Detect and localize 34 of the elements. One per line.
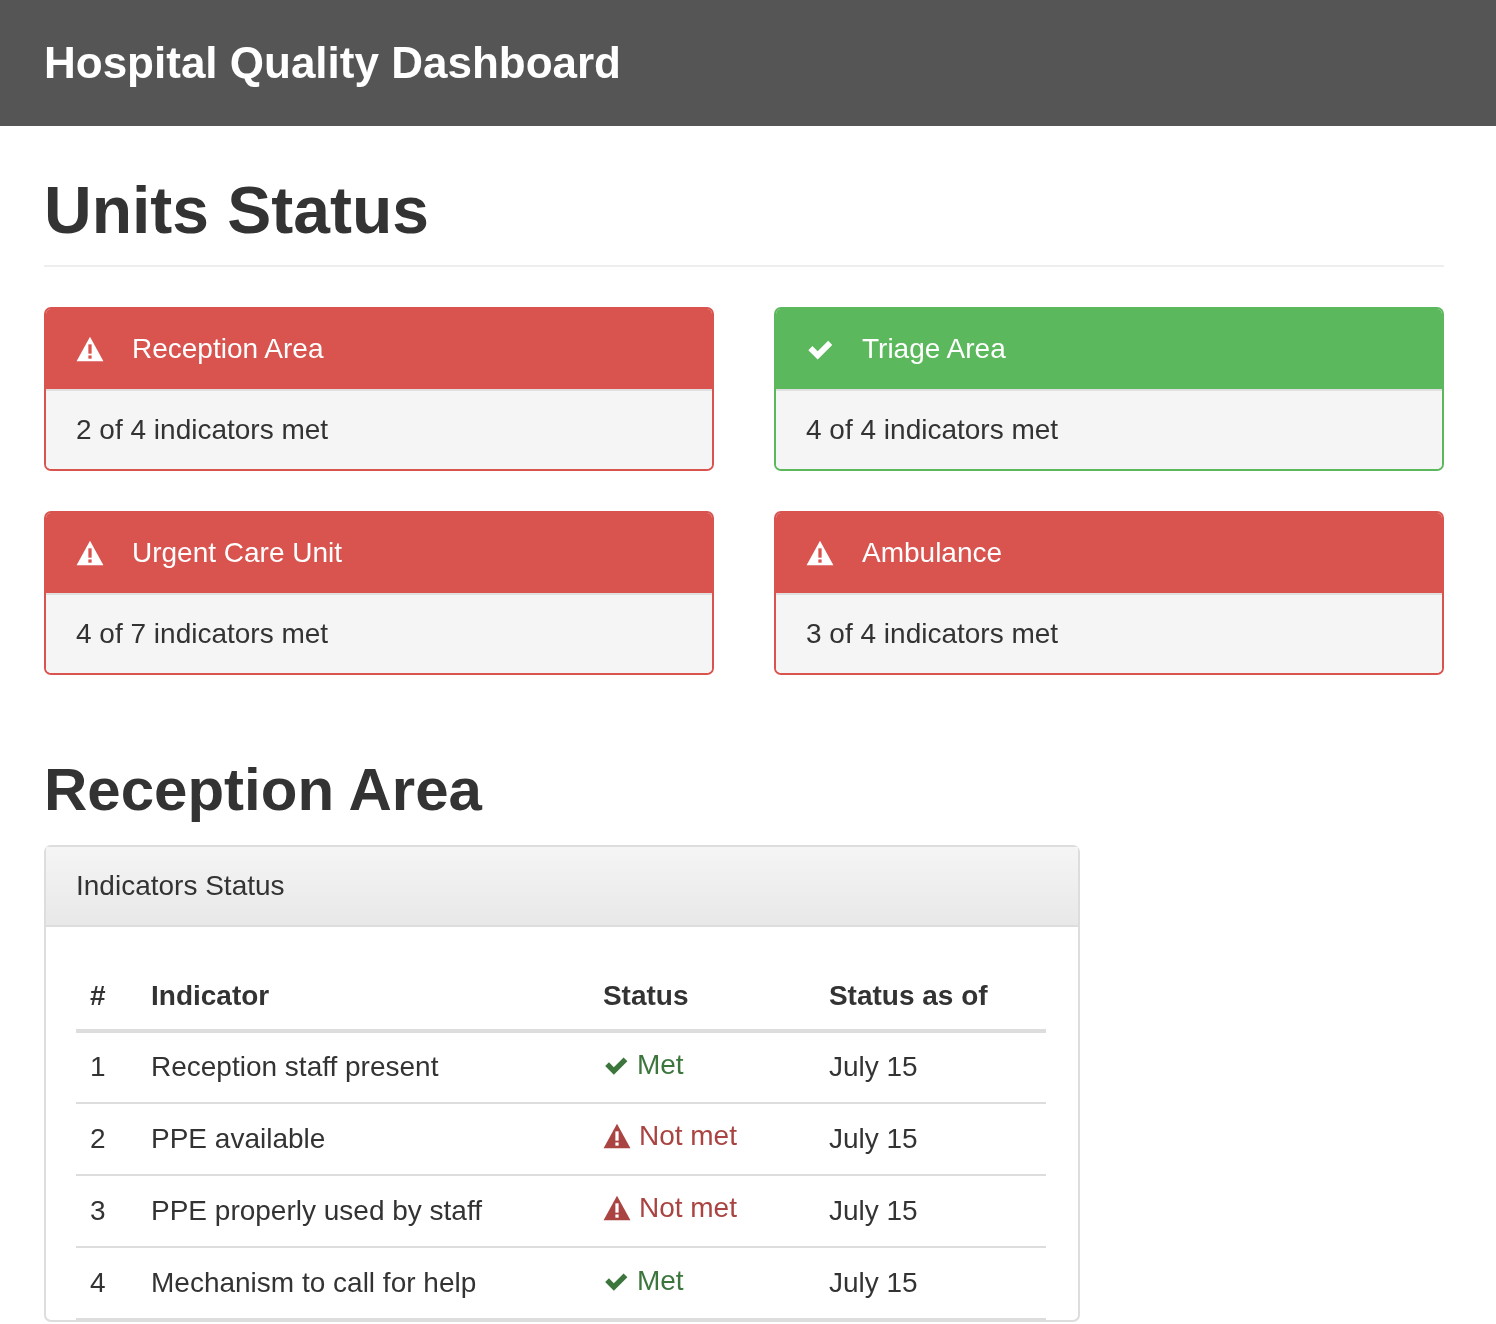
unit-name[interactable]: Ambulance [862, 531, 1003, 574]
table-cell: PPE available [150, 1102, 602, 1175]
table-cell: July 15 [827, 1246, 1046, 1319]
column-header: Indicator [150, 962, 602, 1031]
column-header: Status as of [827, 962, 1046, 1031]
indicator-summary: 4 of 4 indicators met [776, 388, 1442, 469]
unit-name[interactable]: Reception Area [132, 327, 324, 370]
warning-icon [602, 1194, 631, 1223]
table-cell: July 15 [827, 1030, 1046, 1103]
status-label: Not met [602, 1187, 737, 1230]
table-cell: 2 [76, 1102, 150, 1175]
table-cell: Reception staff present [150, 1030, 602, 1103]
table-cell: 3 [76, 1174, 150, 1247]
status-label: Met [602, 1044, 684, 1087]
table-cell: Mechanism to call for help [150, 1246, 602, 1319]
table-cell: July 15 [827, 1174, 1046, 1247]
indicator-summary: 2 of 4 indicators met [46, 388, 712, 469]
section-heading: Reception Area [44, 756, 484, 823]
section-heading: Units Status [44, 174, 1444, 267]
status-label: Not met [602, 1115, 737, 1158]
table-cell: 4 [76, 1246, 150, 1319]
panel-title: Indicators Status [46, 846, 1078, 927]
unit-name[interactable]: Triage Area [862, 327, 1006, 370]
table-cell: July 15 [827, 1102, 1046, 1175]
indicator-summary: 4 of 7 indicators met [46, 592, 712, 673]
column-header: Status [601, 962, 828, 1031]
unit-name[interactable]: Urgent Care Unit [132, 531, 343, 574]
table-cell: PPE properly used by staff [150, 1174, 602, 1247]
column-header: # [76, 962, 150, 1031]
app-title: Hospital Quality Dashboard [44, 36, 621, 89]
table-cell: 1 [76, 1030, 150, 1103]
warning-icon [602, 1122, 631, 1151]
status-label: Met [602, 1259, 684, 1302]
indicator-summary: 3 of 4 indicators met [776, 592, 1442, 673]
